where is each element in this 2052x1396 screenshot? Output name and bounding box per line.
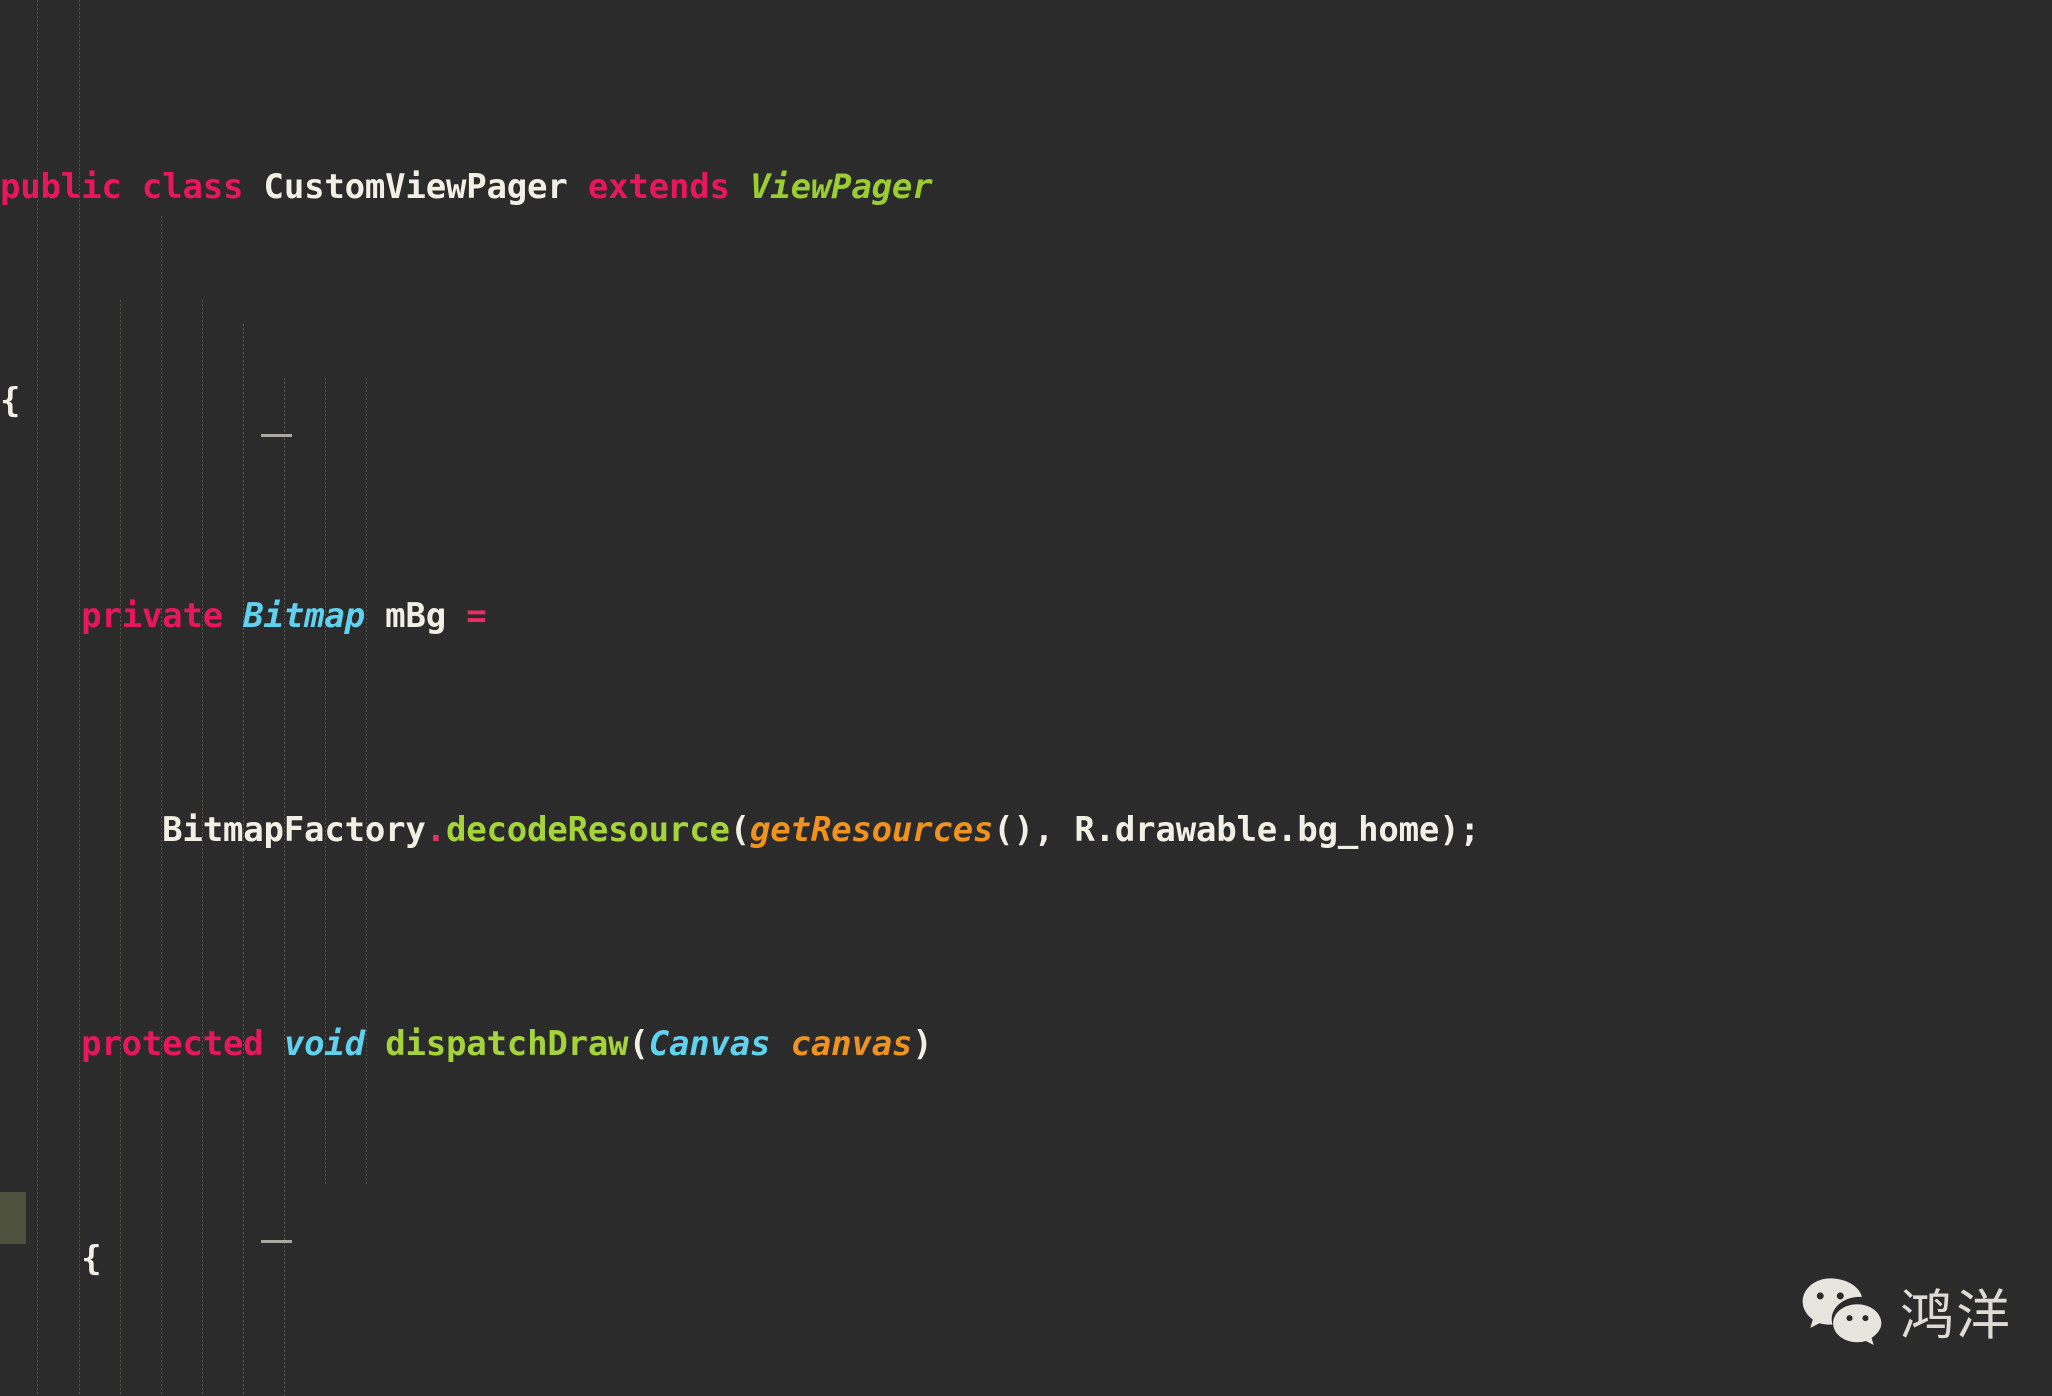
code-line: protected void dispatchDraw(Canvas canva… [0, 1018, 2052, 1072]
code-content[interactable]: public class CustomViewPager extends Vie… [0, 0, 2052, 1396]
brace-match-underline [261, 1240, 292, 1243]
wechat-watermark: 鸿洋 [1800, 1271, 2012, 1350]
code-line: private Bitmap mBg = [0, 590, 2052, 644]
code-line: public class CustomViewPager extends Vie… [0, 161, 2052, 215]
brace-match-underline [261, 434, 292, 437]
code-line: BitmapFactory.decodeResource(getResource… [0, 804, 2052, 858]
wechat-icon [1800, 1275, 1884, 1347]
code-line: { [0, 375, 2052, 429]
code-line: { [0, 1233, 2052, 1287]
code-editor-screenshot: public class CustomViewPager extends Vie… [0, 0, 2052, 1396]
wechat-account-name: 鸿洋 [1900, 1271, 2012, 1350]
